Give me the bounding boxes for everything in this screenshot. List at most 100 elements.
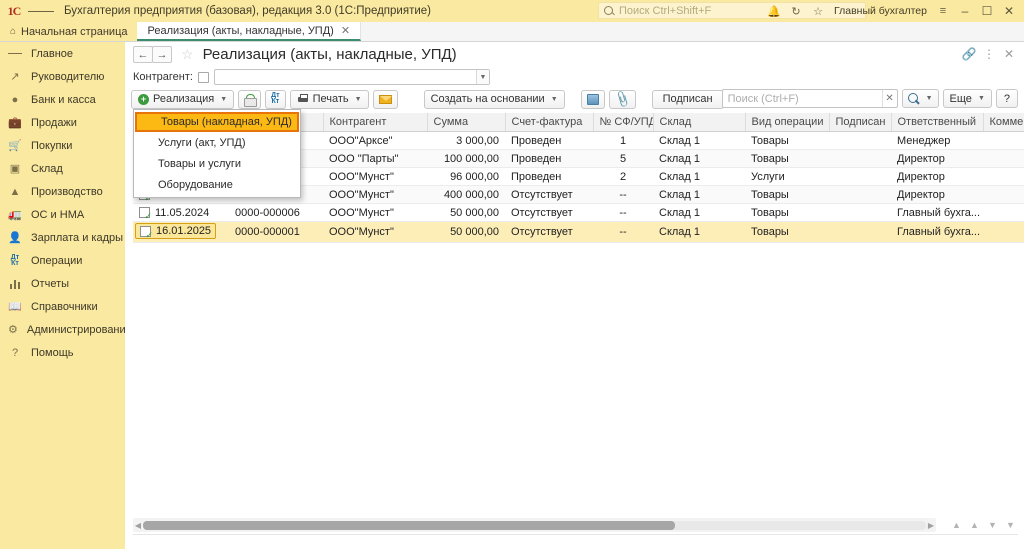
move-top-icon[interactable]: ▲	[949, 518, 964, 532]
sidebar-item-administrirovanie[interactable]: ⚙ Администрирование	[0, 318, 125, 341]
table-row-selected[interactable]: 16.01.2025 0000-000001 ООО"Мунст" 50 000…	[133, 222, 1024, 243]
cell-comment	[983, 204, 1024, 222]
chevron-down-icon[interactable]: ▼	[926, 95, 933, 102]
cell-date: 16.01.2025	[133, 222, 229, 243]
sidebar-item-zarplata-kadry[interactable]: 👤 Зарплата и кадры	[0, 226, 125, 249]
counterparty-filter-input[interactable]: ▼	[214, 69, 490, 85]
footer-divider	[133, 534, 1018, 535]
menu-item-oborudovanie[interactable]: Оборудование	[134, 174, 300, 195]
col-invoice[interactable]: Счет-фактура	[505, 113, 593, 132]
move-bottom-icon[interactable]: ▼	[1003, 518, 1018, 532]
sidebar-item-prodazhi[interactable]: 💼 Продажи	[0, 111, 125, 134]
horizontal-scrollbar[interactable]: ◀ ▶	[133, 518, 936, 532]
create-realization-button[interactable]: + Реализация ▼	[131, 90, 234, 109]
filter-menu-icon[interactable]: ≡	[932, 0, 954, 22]
link-icon[interactable]: 🔗	[960, 45, 978, 63]
col-comment[interactable]: Комментарий	[983, 113, 1024, 132]
tab-close-icon[interactable]: ✕	[341, 24, 350, 37]
signed-button[interactable]: Подписан	[652, 90, 724, 109]
move-up-icon[interactable]: ▲	[967, 518, 982, 532]
hamburger-icon[interactable]	[28, 0, 54, 22]
menu-item-uslugi-akt[interactable]: Услуги (акт, УПД)	[134, 132, 300, 153]
cell-counterparty: ООО"Мунст"	[323, 204, 427, 222]
bell-icon[interactable]: 🔔	[763, 0, 785, 22]
send-mail-button[interactable]	[373, 90, 398, 109]
sidebar-item-pokupki[interactable]: 🛒 Покупки	[0, 134, 125, 157]
sidebar-item-pomosch[interactable]: ? Помощь	[0, 341, 125, 364]
cell-operation: Товары	[745, 222, 829, 243]
sidebar-item-glavnoe[interactable]: Главное	[0, 42, 125, 65]
chevron-left-icon[interactable]: ◀	[133, 521, 143, 530]
current-user-label[interactable]: Главный бухгалтер	[829, 5, 932, 17]
postings-button[interactable]: ДтКт	[265, 90, 285, 109]
create-realization-dropdown-menu[interactable]: Товары (накладная, УПД) Услуги (акт, УПД…	[133, 109, 301, 198]
cell-sum: 100 000,00	[427, 150, 505, 168]
chevron-down-icon[interactable]: ▼	[978, 95, 985, 102]
create-based-on-button[interactable]: Создать на основании ▼	[424, 90, 565, 109]
document-posted-icon	[139, 207, 150, 218]
cell-sum: 50 000,00	[427, 222, 505, 243]
sidebar-item-proizvodstvo[interactable]: ▲ Производство	[0, 180, 125, 203]
chevron-right-icon[interactable]: ▶	[926, 521, 936, 530]
search-input[interactable]: Поиск (Ctrl+F) ✕	[722, 89, 898, 108]
tab-home[interactable]: ⌂ Начальная страница	[0, 22, 137, 41]
sidebar-item-sklad[interactable]: ▣ Склад	[0, 157, 125, 180]
chevron-down-icon[interactable]: ▼	[476, 70, 489, 84]
cell-counterparty: ООО"Мунст"	[323, 222, 427, 243]
cell-number: 0000-000001	[229, 222, 323, 243]
lock-document-button[interactable]	[238, 90, 261, 109]
chevron-down-icon[interactable]: ▼	[551, 96, 558, 103]
tab-realization[interactable]: Реализация (акты, накладные, УПД) ✕	[137, 22, 361, 41]
more-vertical-icon[interactable]: ⋮	[980, 45, 998, 63]
col-operation[interactable]: Вид операции	[745, 113, 829, 132]
col-warehouse[interactable]: Склад	[653, 113, 745, 132]
scroll-thumb[interactable]	[143, 521, 675, 530]
col-responsible[interactable]: Ответственный	[891, 113, 983, 132]
signed-label: Подписан	[663, 93, 713, 105]
sidebar-item-otchety[interactable]: Отчеты	[0, 272, 125, 295]
close-button[interactable]: ✕	[998, 0, 1020, 22]
print-button[interactable]: Печать ▼	[290, 90, 369, 109]
search-clear-icon[interactable]: ✕	[882, 90, 897, 107]
help-button[interactable]: ?	[996, 89, 1018, 108]
sidebar-item-label: Руководителю	[31, 71, 104, 83]
col-counterparty[interactable]: Контрагент	[323, 113, 427, 132]
document-header: ← → ☆ Реализация (акты, накладные, УПД) …	[125, 42, 1024, 67]
menu-item-tovary-nakladnaya[interactable]: Товары (накладная, УПД)	[135, 112, 299, 132]
restore-button[interactable]: ☐	[976, 0, 998, 22]
sidebar-item-os-nma[interactable]: 🚛 ОС и НМА	[0, 203, 125, 226]
chevron-down-icon[interactable]: ▼	[220, 96, 227, 103]
forward-button[interactable]: →	[152, 46, 172, 63]
minimize-button[interactable]: –	[954, 0, 976, 22]
move-down-icon[interactable]: ▼	[985, 518, 1000, 532]
gear-icon: ⚙	[8, 323, 18, 337]
attachments-button[interactable]: 📎	[609, 90, 636, 109]
sidebar-item-bank-kassa[interactable]: ● Банк и касса	[0, 88, 125, 111]
cell-sf-number: --	[593, 186, 653, 204]
col-sf-number[interactable]: № СФ/УПД	[593, 113, 653, 132]
sidebar-item-spravochniki[interactable]: 📖 Справочники	[0, 295, 125, 318]
cell-sf-number: --	[593, 204, 653, 222]
scroll-track[interactable]	[143, 521, 926, 530]
back-button[interactable]: ←	[133, 46, 153, 63]
favorite-star-icon[interactable]: ☆	[181, 46, 194, 63]
cell-signed	[829, 186, 891, 204]
sidebar-item-operacii[interactable]: ДтКт Операции	[0, 249, 125, 272]
chevron-down-icon[interactable]: ▼	[355, 96, 362, 103]
more-button[interactable]: Еще ▼	[943, 89, 992, 108]
star-icon[interactable]: ☆	[807, 0, 829, 22]
col-sum[interactable]: Сумма	[427, 113, 505, 132]
report-button[interactable]	[581, 90, 605, 109]
search-options-button[interactable]: ▼	[902, 89, 939, 108]
close-icon[interactable]: ✕	[1000, 45, 1018, 63]
grid-icon: ▣	[8, 162, 22, 176]
menu-item-tovary-i-uslugi[interactable]: Товары и услуги	[134, 153, 300, 174]
col-signed[interactable]: Подписан	[829, 113, 891, 132]
history-icon[interactable]: ↻	[785, 0, 807, 22]
sidebar-item-rukovoditelyu[interactable]: ↗ Руководителю	[0, 65, 125, 88]
counterparty-filter-checkbox[interactable]	[198, 72, 209, 83]
table-row[interactable]: 11.05.2024 0000-000006 ООО"Мунст" 50 000…	[133, 204, 1024, 222]
search-placeholder: Поиск (Ctrl+F)	[728, 93, 799, 105]
cell-invoice: Отсутствует	[505, 222, 593, 243]
cell-comment	[983, 150, 1024, 168]
